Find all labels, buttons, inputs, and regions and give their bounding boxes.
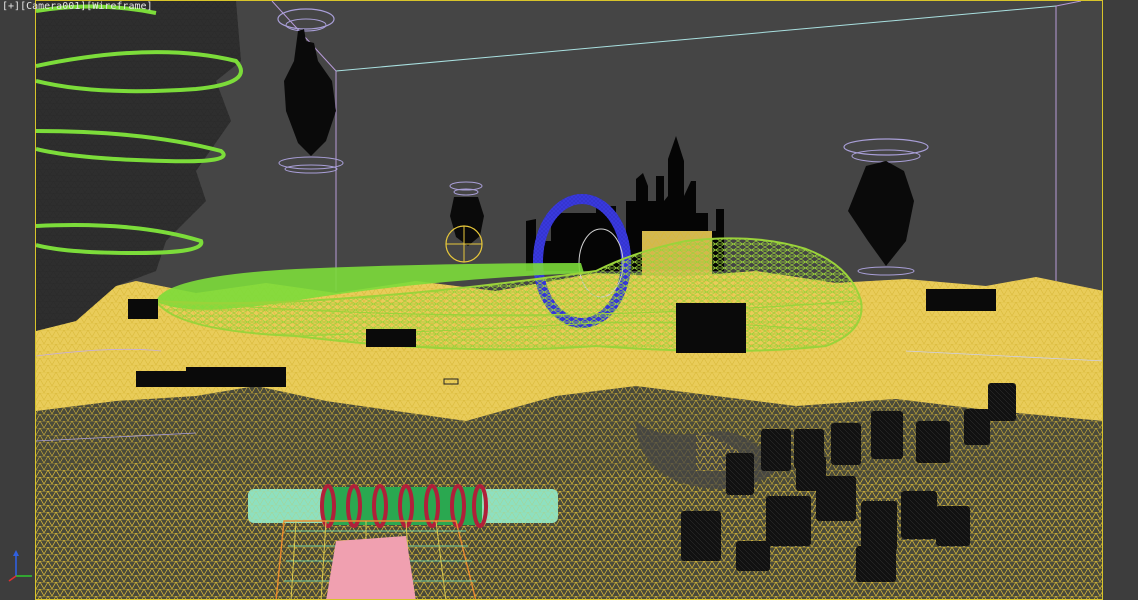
left-panel-strip (0, 0, 35, 600)
viewport-menu-button[interactable]: [+] (2, 1, 20, 12)
terrain-near[interactable] (36, 386, 1103, 600)
green-ship-wireframe[interactable] (154, 237, 863, 352)
floating-island-center[interactable] (445, 181, 484, 263)
camera-viewport-render[interactable] (35, 0, 1103, 600)
viewport-label[interactable]: [+][Camera001][Wireframe] (2, 1, 153, 12)
floating-island-right[interactable] (843, 138, 929, 276)
x-axis-line (8, 575, 17, 582)
axis-gizmo-icon (8, 550, 32, 582)
wireframe-scene[interactable] (36, 1, 1103, 600)
viewport-camera-label[interactable]: [Camera001] (20, 1, 86, 12)
floating-island-left[interactable] (277, 8, 344, 174)
right-panel-strip (1103, 0, 1138, 600)
z-axis-arrow-icon (13, 550, 19, 556)
teal-pipe-with-coil[interactable] (248, 484, 558, 528)
viewport-3d[interactable]: [+][Camera001][Wireframe] (0, 0, 1138, 600)
viewport-shading-label[interactable]: [Wireframe] (86, 1, 152, 12)
